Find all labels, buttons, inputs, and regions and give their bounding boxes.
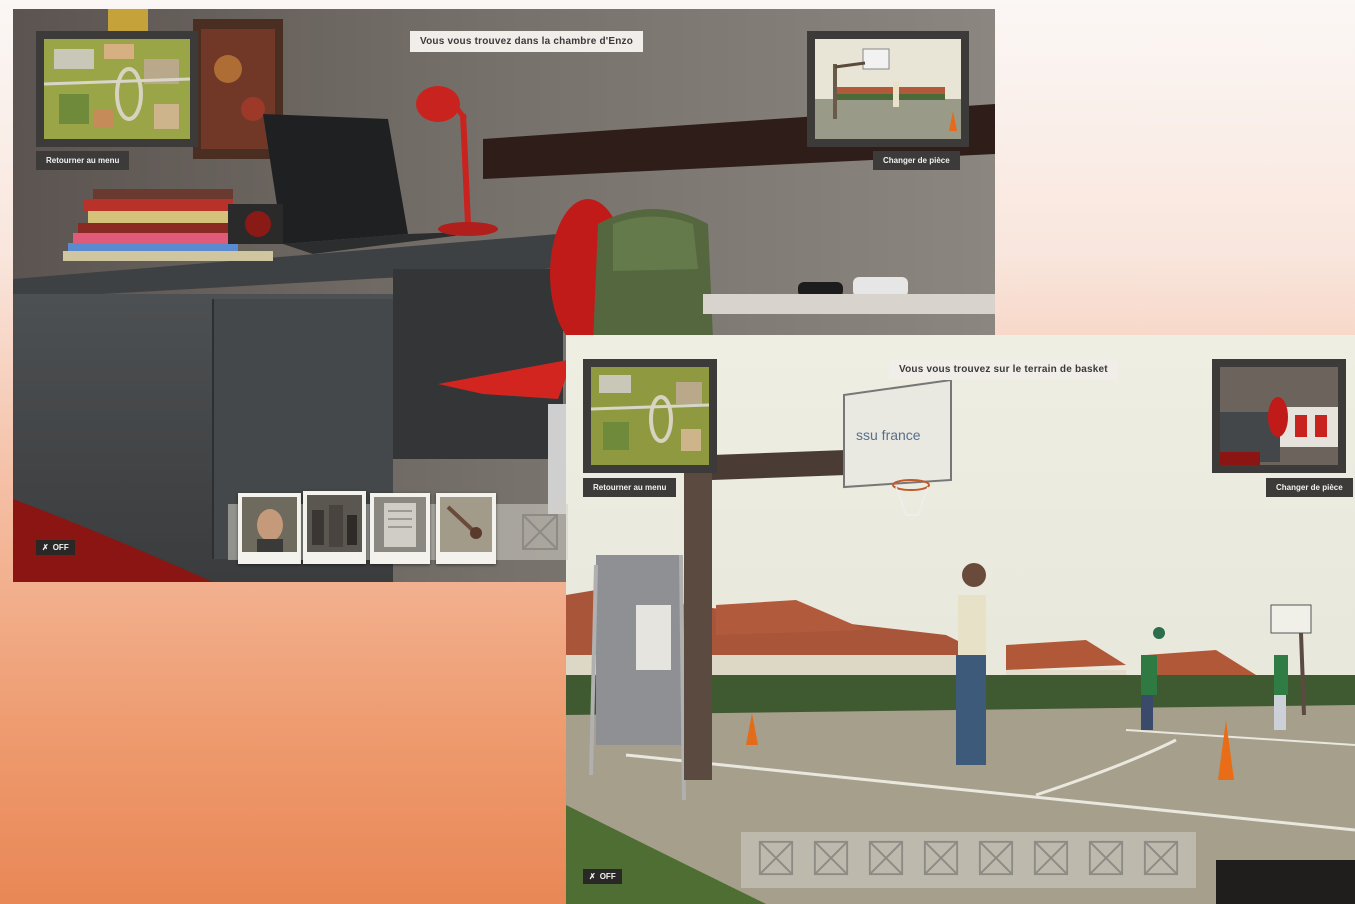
- empty-slot-icon[interactable]: [1032, 839, 1070, 882]
- speaker-muted-icon: ✗: [589, 872, 596, 881]
- change-room-button[interactable]: Changer de pièce: [873, 151, 960, 170]
- empty-slot-icon[interactable]: [757, 839, 795, 882]
- sound-toggle-label: OFF: [599, 872, 616, 881]
- empty-slot-icon[interactable]: [867, 839, 905, 882]
- empty-slot-icon[interactable]: [977, 839, 1015, 882]
- map-thumbnail[interactable]: [36, 31, 198, 147]
- empty-slot-icon[interactable]: [1087, 839, 1125, 882]
- collected-photo-object[interactable]: [436, 493, 496, 564]
- empty-slot-icon[interactable]: [520, 512, 560, 557]
- aerial-map-icon: [591, 367, 709, 465]
- empty-slot-icon[interactable]: [1142, 839, 1180, 882]
- backboard-text: ssu france: [856, 427, 921, 443]
- inventory-bar: [741, 832, 1196, 888]
- aerial-map-icon: [44, 39, 190, 139]
- collected-photo-group[interactable]: [303, 491, 366, 564]
- empty-slot-icon[interactable]: [922, 839, 960, 882]
- next-room-thumbnail[interactable]: [1212, 359, 1346, 473]
- bedroom-icon: [1220, 367, 1338, 465]
- collected-photo-portrait[interactable]: [238, 493, 301, 564]
- location-caption: Vous vous trouvez dans la chambre d'Enzo: [410, 31, 644, 52]
- speaker-muted-icon: ✗: [42, 543, 49, 552]
- sound-toggle[interactable]: ✗ OFF: [36, 540, 75, 555]
- location-caption: Vous vous trouvez sur le terrain de bask…: [889, 359, 1118, 380]
- next-room-thumbnail[interactable]: [807, 31, 969, 147]
- return-to-menu-button[interactable]: Retourner au menu: [583, 478, 677, 497]
- map-thumbnail[interactable]: [583, 359, 717, 473]
- empty-slot-icon[interactable]: [812, 839, 850, 882]
- basketball-court-icon: [815, 39, 961, 139]
- change-room-button[interactable]: Changer de pièce: [1266, 478, 1353, 497]
- return-to-menu-button[interactable]: Retourner au menu: [36, 151, 130, 170]
- basketball-court-scene: ssu france Retourner au menu Vous vous t…: [566, 335, 1355, 904]
- sound-toggle-label: OFF: [52, 543, 69, 552]
- collected-photo-note[interactable]: [370, 493, 430, 564]
- sound-toggle[interactable]: ✗ OFF: [583, 869, 622, 884]
